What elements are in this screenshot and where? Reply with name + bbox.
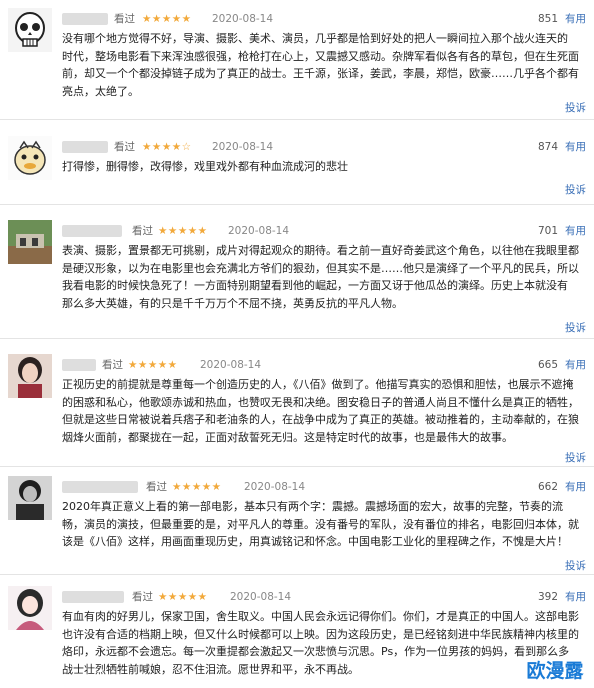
rating-stars: ★★★★★ [142,13,192,25]
review-meta: 看过 ★★★★★ 2020-08-14 701 有用 [62,222,586,240]
watch-status: 看过 [114,141,135,153]
avatar[interactable] [8,136,52,180]
avatar[interactable] [8,476,52,520]
review-item: 看过 ★★★★★ 2020-08-14 665 有用 正视历史的前提就是尊重每一… [0,346,594,464]
useful-button[interactable]: 有用 [565,222,586,240]
username-blurred[interactable] [62,13,108,25]
review-meta: 看过 ★★★★★ 2020-08-14 851 有用 [62,10,586,28]
rating-stars: ★★★★☆ [142,141,192,153]
review-item: 看过 ★★★★★ 2020-08-14 662 有用 2020年真正意义上看的第… [0,468,594,572]
report-link[interactable]: 投诉 [565,320,586,335]
report-link[interactable]: 投诉 [565,450,586,465]
username-blurred[interactable] [62,225,122,237]
vote-count: 701 [537,225,558,237]
landscape-avatar-icon [8,220,52,264]
vote-count: 662 [537,481,558,493]
rating-stars: ★★★★★ [172,481,222,493]
review-meta: 看过 ★★★★★ 2020-08-14 662 有用 [62,478,586,496]
skull-avatar-icon [15,12,45,47]
username-blurred[interactable] [62,481,138,493]
avatar[interactable] [8,354,52,398]
review-date: 2020-08-14 [200,359,262,371]
review-text: 没有哪个地方觉得不好，导演、摄影、美术、演员，几乎都是恰到好处的把人一瞬间拉入那… [62,32,579,98]
divider [0,466,594,467]
rating-stars: ★★★★★ [158,225,208,237]
review-date: 2020-08-14 [212,13,274,25]
portrait-avatar-icon [8,354,52,398]
review-text: 表演、摄影，置景都无可挑剔，成片对得起观众的期待。看之前一直好奇姜武这个角色，以… [62,244,579,310]
review-item: 看过 ★★★★★ 2020-08-14 851 有用 没有哪个地方觉得不好，导演… [0,0,594,118]
review-item: 看过 ★★★★☆ 2020-08-14 874 有用 打得惨，删得惨，改得惨，戏… [0,128,594,200]
review-date: 2020-08-14 [244,481,306,493]
watch-status: 看过 [114,13,135,25]
vote-count: 665 [537,359,558,371]
report-link[interactable]: 投诉 [565,182,586,197]
watch-status: 看过 [146,481,167,493]
review-meta: 看过 ★★★★☆ 2020-08-14 874 有用 [62,138,586,156]
review-item: 看过 ★★★★★ 2020-08-14 392 有用 有血有肉的好男儿，保家卫国… [0,578,594,688]
divider [0,574,594,575]
useful-button[interactable]: 有用 [565,10,586,28]
review-date: 2020-08-14 [228,225,290,237]
vote-count: 874 [537,141,558,153]
useful-button[interactable]: 有用 [565,588,586,606]
report-link[interactable]: 投诉 [565,558,586,573]
review-text: 正视历史的前提就是尊重每一个创造历史的人，《八佰》做到了。他描写真实的恐惧和胆怯… [62,378,579,444]
review-text: 打得惨，删得惨，改得惨，戏里戏外都有种血流成河的悲壮 [62,160,348,173]
avatar[interactable] [8,8,52,52]
watch-status: 看过 [132,225,153,237]
avatar[interactable] [8,586,52,630]
watch-status: 看过 [132,591,153,603]
review-meta: 看过 ★★★★★ 2020-08-14 665 有用 [62,356,586,374]
username-blurred[interactable] [62,141,108,153]
watch-status: 看过 [102,359,123,371]
rating-stars: ★★★★★ [158,591,208,603]
review-date: 2020-08-14 [212,141,274,153]
divider [0,204,594,205]
review-meta: 看过 ★★★★★ 2020-08-14 392 有用 [62,588,586,606]
review-date: 2020-08-14 [230,591,292,603]
cartoon-avatar-icon [14,140,46,175]
divider [0,338,594,339]
illustrated-avatar-icon [8,586,52,630]
review-text: 有血有肉的好男儿，保家卫国，舍生取义。中国人民会永远记得你们。你们，才是真正的中… [62,610,579,676]
review-item: 看过 ★★★★★ 2020-08-14 701 有用 表演、摄影，置景都无可挑剔… [0,212,594,336]
report-link[interactable]: 投诉 [565,100,586,115]
username-blurred[interactable] [62,591,124,603]
useful-button[interactable]: 有用 [565,356,586,374]
review-text: 2020年真正意义上看的第一部电影，基本只有两个字：震撼。震撼场面的宏大，故事的… [62,500,579,548]
portrait-avatar-icon [8,476,52,520]
vote-count: 851 [537,13,558,25]
rating-stars: ★★★★★ [128,359,178,371]
divider [0,119,594,120]
username-blurred[interactable] [62,359,96,371]
useful-button[interactable]: 有用 [565,138,586,156]
vote-count: 392 [537,591,558,603]
useful-button[interactable]: 有用 [565,478,586,496]
avatar[interactable] [8,220,52,264]
watermark-logo: 欧漫露 [520,658,590,684]
